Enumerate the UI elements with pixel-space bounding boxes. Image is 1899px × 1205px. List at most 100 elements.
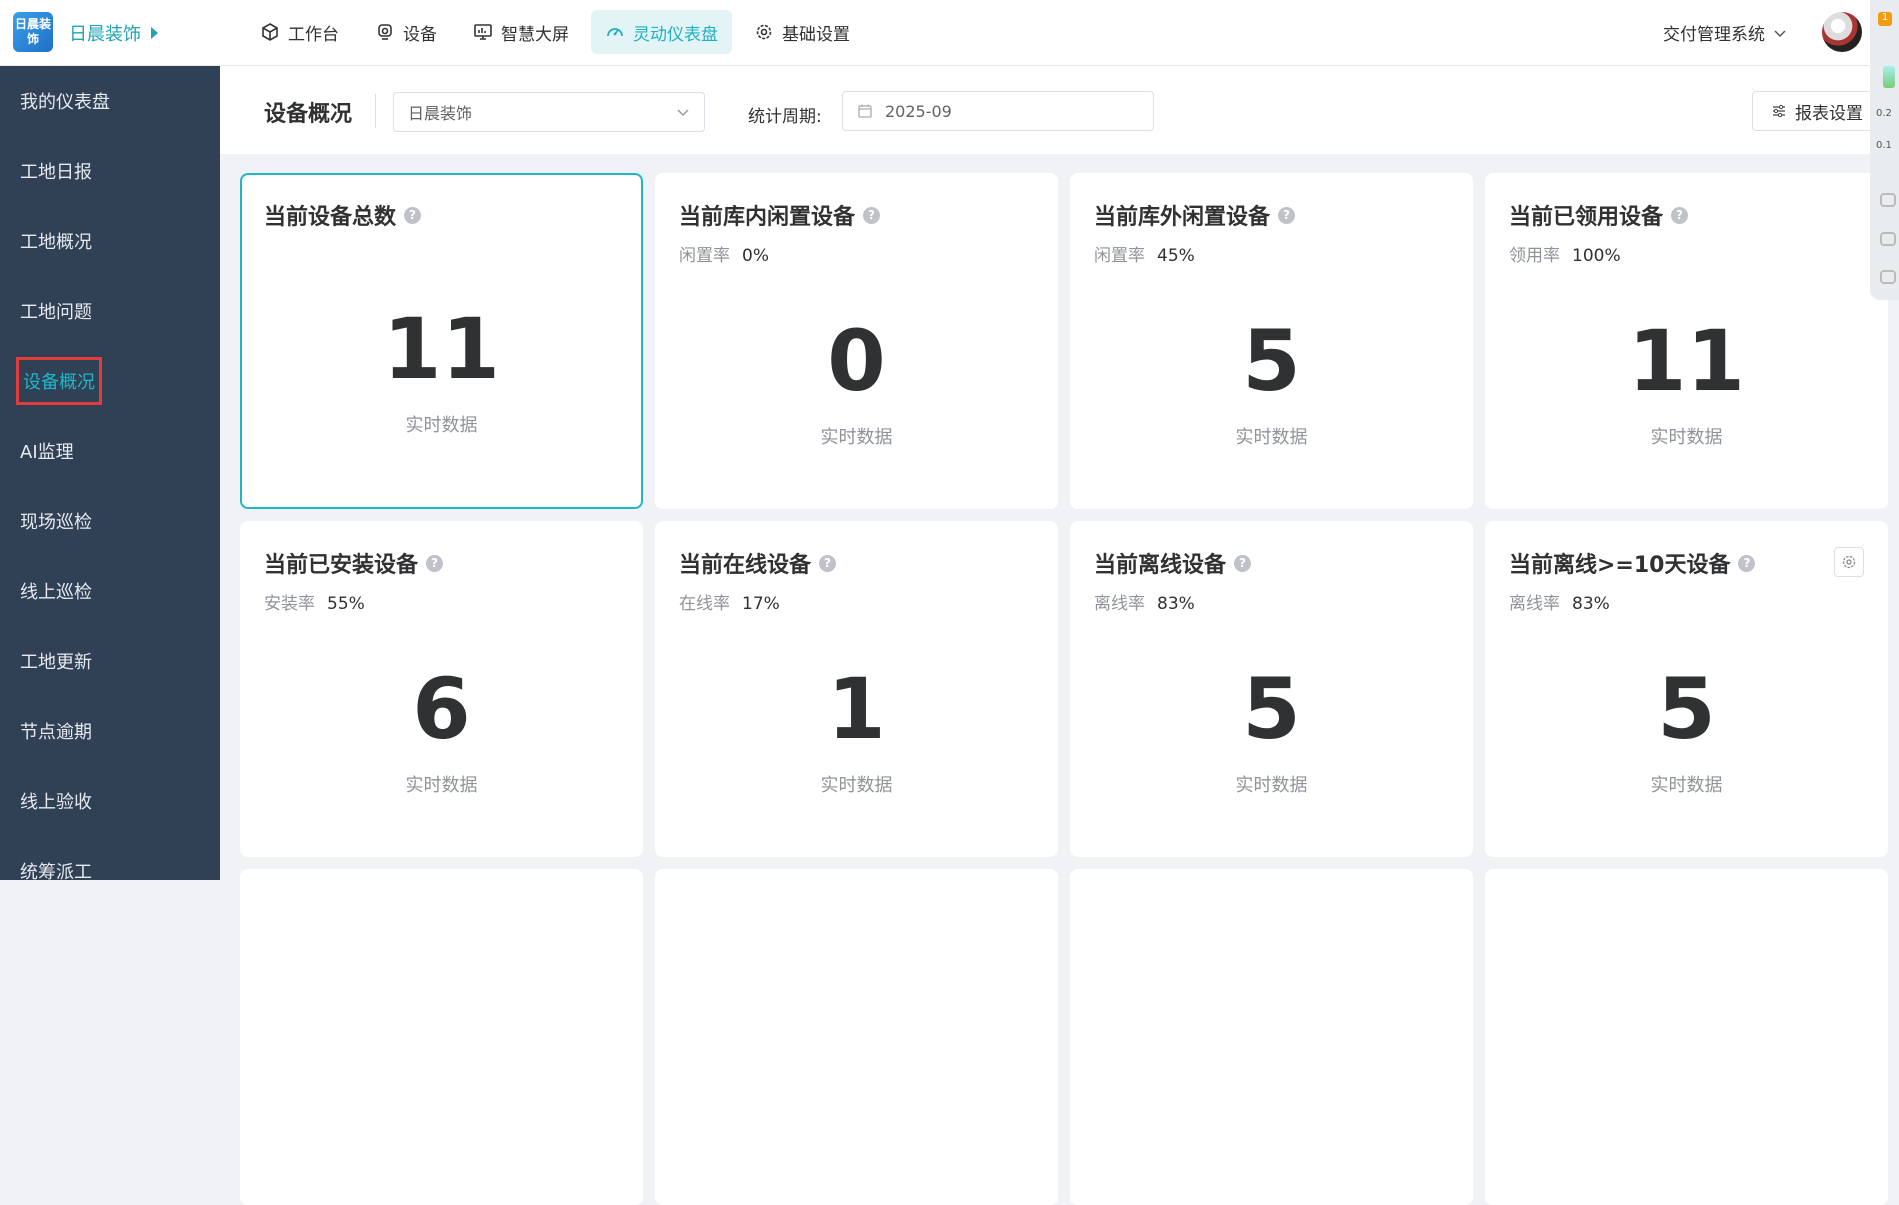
rate-row: 离线率 83% [1509,589,1610,614]
stat-value: 6 [412,660,471,758]
help-icon[interactable]: ? [863,206,881,224]
stat-card-offline-10-days[interactable]: 当前离线>=10天设备? 离线率 83% 5 实时数据 [1485,521,1888,857]
card-title-row: 当前已安装设备? [264,547,444,579]
sidebar-item-site-issues[interactable]: 工地问题 [0,276,220,346]
brand-logo[interactable]: 日晨装饰 [13,12,53,52]
card-title-row: 当前离线设备? [1094,547,1252,579]
stat-subtitle: 实时数据 [1650,775,1723,796]
stat-card-installed[interactable]: 当前已安装设备? 安装率 55% 6 实时数据 [240,521,643,857]
stat-card-partial [1070,869,1473,1205]
sidebar-item-onsite-inspection[interactable]: 现场巡检 [0,486,220,556]
brand-name: 日晨装饰 [69,24,141,45]
stat-card-online[interactable]: 当前在线设备? 在线率 17% 1 实时数据 [655,521,1058,857]
help-icon[interactable]: ? [1738,554,1756,572]
sidebar-item-label: 统筹派工 [20,862,92,880]
rate-row: 领用率 100% [1509,241,1621,266]
rate-value: 83% [1157,594,1195,614]
stat-value: 5 [1242,660,1301,758]
avatar[interactable] [1822,12,1862,52]
sidebar-item-node-overdue[interactable]: 节点逾期 [0,696,220,766]
sidebar-item-label: 设备概况 [16,357,102,405]
company-select[interactable]: 日晨装饰 [393,92,705,132]
card-title: 当前已安装设备 [264,553,419,578]
stat-card-idle-in-stock[interactable]: 当前库内闲置设备? 闲置率 0% 0 实时数据 [655,173,1058,509]
company-select-value: 日晨装饰 [408,104,473,123]
rate-value: 55% [327,594,365,614]
sidebar-item-label: AI监理 [20,442,74,463]
card-settings-button[interactable] [1834,547,1864,577]
notification-badge[interactable]: 1 [1878,12,1892,26]
chevron-down-icon [1774,29,1786,37]
upload-speed: 0.2 [1876,108,1892,119]
stat-value: 11 [1628,312,1745,410]
help-icon[interactable]: ? [819,554,837,572]
stats-grid: 当前设备总数? 11 实时数据 当前库内闲置设备? 闲置率 0% 0 实时数据 当… [240,173,1888,1205]
card-title: 当前库外闲置设备 [1094,205,1271,230]
sidebar-item-my-dashboard[interactable]: 我的仪表盘 [0,66,220,136]
help-icon[interactable]: ? [426,554,444,572]
stat-subtitle: 实时数据 [820,775,893,796]
stat-subtitle: 实时数据 [1235,427,1308,448]
sidebar-item-label: 我的仪表盘 [20,92,110,113]
nav-label: 设备 [403,24,437,45]
help-icon[interactable]: ? [1234,554,1252,572]
brand-switch[interactable]: 日晨装饰 [69,20,158,46]
stat-subtitle: 实时数据 [405,775,478,796]
card-title: 当前库内闲置设备 [679,205,856,230]
stat-card-claimed[interactable]: 当前已领用设备? 领用率 100% 11 实时数据 [1485,173,1888,509]
rate-row: 在线率 17% [679,589,780,614]
stat-card-total-devices[interactable]: 当前设备总数? 11 实时数据 [240,173,643,509]
sidebar-item-site-updates[interactable]: 工地更新 [0,626,220,696]
gauge-icon [607,28,623,37]
rate-label: 离线率 [1094,594,1145,614]
stat-value: 5 [1242,312,1301,410]
nav-workbench[interactable]: 工作台 [246,10,353,54]
sidebar-item-ai-supervision[interactable]: AI监理 [0,416,220,486]
stat-card-idle-out-stock[interactable]: 当前库外闲置设备? 闲置率 45% 5 实时数据 [1070,173,1473,509]
stat-value: 1 [827,660,886,758]
stat-subtitle: 实时数据 [820,427,893,448]
sidebar-item-device-overview[interactable]: 设备概况 [0,346,220,416]
nav-label: 工作台 [288,24,339,45]
gear-icon [1842,555,1856,569]
stat-card-offline[interactable]: 当前离线设备? 离线率 83% 5 实时数据 [1070,521,1473,857]
card-title: 当前离线>=10天设备 [1509,553,1731,578]
card-title-row: 当前已领用设备? [1509,199,1689,231]
chat-icon[interactable] [1880,193,1896,207]
nav-basic-settings[interactable]: 基础设置 [740,10,864,54]
nav-dashboard[interactable]: 灵动仪表盘 [591,10,732,54]
help-icon[interactable]: ? [1278,206,1296,224]
rate-value: 83% [1572,594,1610,614]
sidebar: 我的仪表盘 工地日报 工地概况 工地问题 设备概况 AI监理 现场巡检 线上巡检… [0,66,220,880]
sidebar-item-online-inspection[interactable]: 线上巡检 [0,556,220,626]
help-icon[interactable]: ? [404,206,422,224]
sidebar-item-online-acceptance[interactable]: 线上验收 [0,766,220,836]
rate-row: 闲置率 45% [1094,241,1195,266]
search-icon[interactable] [1880,270,1896,284]
rate-label: 离线率 [1509,594,1560,614]
caret-right-icon [151,27,158,39]
nav-devices[interactable]: 设备 [361,10,451,54]
crop-icon[interactable] [1880,232,1896,246]
rate-label: 安装率 [264,594,315,614]
sidebar-item-site-overview[interactable]: 工地概况 [0,206,220,276]
rate-label: 领用率 [1509,246,1560,266]
gear-icon [756,24,772,40]
main-nav: 工作台 设备 智慧大屏 灵动仪表盘 基础设置 [246,10,864,54]
cube-icon [262,23,278,41]
memory-bar [1883,66,1895,88]
period-date-picker[interactable]: 2025-09 [842,91,1154,131]
chevron-down-icon [677,109,689,117]
help-icon[interactable]: ? [1671,206,1689,224]
stat-value: 11 [383,300,500,398]
sidebar-item-site-daily[interactable]: 工地日报 [0,136,220,206]
system-switcher[interactable]: 交付管理系统 [1663,20,1787,45]
stat-value: 5 [1657,660,1716,758]
camera-icon [378,24,392,40]
rate-row: 离线率 83% [1094,589,1195,614]
sidebar-item-label: 工地问题 [20,302,92,323]
nav-smart-screen[interactable]: 智慧大屏 [459,10,583,54]
divider [375,94,376,128]
sidebar-item-dispatch[interactable]: 统筹派工 [0,836,220,880]
rate-label: 闲置率 [1094,246,1145,266]
